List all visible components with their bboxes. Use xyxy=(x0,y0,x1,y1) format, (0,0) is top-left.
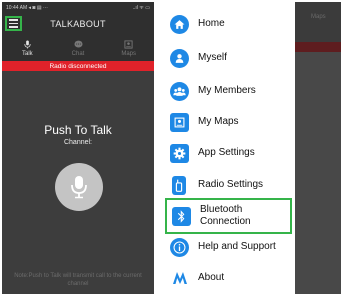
push-to-talk-button[interactable] xyxy=(55,163,103,211)
tab-talk-label: Talk xyxy=(22,50,33,57)
ptt-title: Push To Talk xyxy=(44,123,112,137)
scrim-maps-label: Maps xyxy=(311,14,326,20)
tab-chat-label: Chat xyxy=(71,50,85,57)
radio-status-banner: Radio disconnected xyxy=(2,61,154,71)
navigation-drawer-screen: Maps Home Myself My Members My Maps App … xyxy=(162,2,341,294)
chat-icon xyxy=(73,40,83,47)
menu-item-label: Radio Settings xyxy=(198,179,264,190)
tab-bar: Talk Chat Maps xyxy=(2,35,154,61)
menu-item-radio-settings[interactable]: Radio Settings xyxy=(162,169,295,201)
mic-icon xyxy=(71,176,87,199)
ptt-note: Note:Push to Talk will transmit call to … xyxy=(14,273,142,287)
menu-item-app-settings[interactable]: App Settings xyxy=(162,137,295,169)
menu-item-home[interactable]: Home xyxy=(162,8,295,40)
menu-item-label: App Settings xyxy=(198,147,255,158)
tab-talk[interactable]: Talk xyxy=(2,35,53,61)
talk-screen: 10:44 AM ◂ ◙ ▤ ··· ..ıl ᯤ ▭ TALKABOUT Ta… xyxy=(2,2,154,294)
info-icon xyxy=(170,237,189,257)
map-icon xyxy=(170,112,189,132)
menu-item-about[interactable]: About xyxy=(162,262,295,294)
status-time: 10:44 AM ◂ ◙ ▤ ··· xyxy=(6,4,48,11)
hamburger-menu-icon[interactable] xyxy=(5,16,22,31)
status-icons: ..ıl ᯤ ▭ xyxy=(132,4,150,11)
status-bar: 10:44 AM ◂ ◙ ▤ ··· ..ıl ᯤ ▭ xyxy=(2,2,154,13)
menu-item-label: My Maps xyxy=(198,116,239,127)
menu-item-help-and-support[interactable]: Help and Support xyxy=(162,231,295,263)
scrim-banner xyxy=(295,42,341,52)
app-bar: TALKABOUT xyxy=(2,13,154,35)
menu-item-label: My Members xyxy=(198,85,256,96)
menu-item-label: Myself xyxy=(198,52,227,63)
tab-maps-label: Maps xyxy=(121,50,137,57)
radio-icon xyxy=(172,175,186,195)
menu-item-label: Home xyxy=(198,18,225,29)
tab-chat[interactable]: Chat xyxy=(53,35,104,61)
app-title: TALKABOUT xyxy=(50,19,106,29)
menu-item-bluetooth-connection[interactable]: Bluetooth Connection xyxy=(165,198,292,234)
menu-item-my-maps[interactable]: My Maps xyxy=(162,106,295,138)
tab-maps[interactable]: Maps xyxy=(103,35,154,61)
navigation-drawer: Home Myself My Members My Maps App Setti… xyxy=(162,2,295,294)
menu-item-my-members[interactable]: My Members xyxy=(162,75,295,107)
menu-item-myself[interactable]: Myself xyxy=(162,42,295,74)
person-icon xyxy=(170,48,189,68)
logo-icon xyxy=(170,269,189,288)
mic-icon xyxy=(24,39,31,49)
scrim-app-bar: Maps xyxy=(295,2,341,42)
gear-icon xyxy=(170,143,189,163)
home-icon xyxy=(170,14,189,34)
menu-item-label: Help and Support xyxy=(198,241,276,252)
drawer-scrim[interactable]: Maps xyxy=(295,2,341,294)
menu-item-label: Bluetooth Connection xyxy=(200,204,251,227)
channel-label: Channel: xyxy=(63,139,93,146)
members-icon xyxy=(170,81,189,101)
menu-item-label: About xyxy=(198,272,225,283)
map-icon xyxy=(124,39,133,49)
bluetooth-icon xyxy=(172,206,191,226)
